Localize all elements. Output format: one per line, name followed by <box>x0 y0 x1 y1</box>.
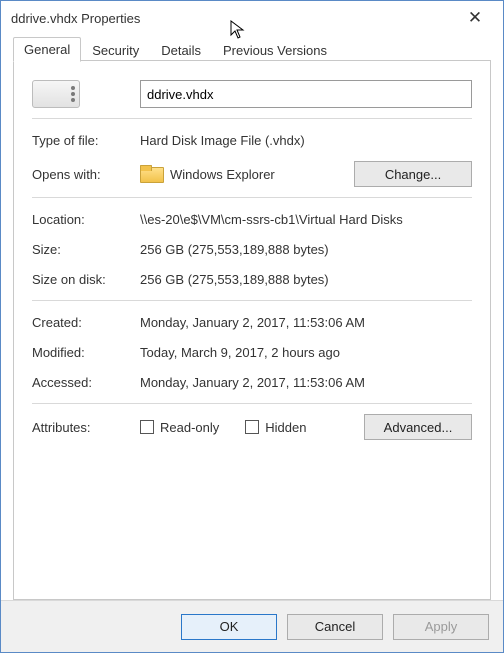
readonly-checkbox-label: Read-only <box>160 420 219 435</box>
accessed-label: Accessed: <box>32 375 140 390</box>
separator <box>32 197 472 198</box>
opens-with-label: Opens with: <box>32 167 140 182</box>
hidden-checkbox[interactable]: Hidden <box>245 420 306 435</box>
window-title: ddrive.vhdx Properties <box>11 11 140 26</box>
tab-security[interactable]: Security <box>81 38 150 62</box>
file-type-icon <box>32 80 80 108</box>
separator <box>32 403 472 404</box>
location-label: Location: <box>32 212 140 227</box>
hidden-checkbox-label: Hidden <box>265 420 306 435</box>
checkbox-box-icon <box>140 420 154 434</box>
tab-panel-general: Type of file: Hard Disk Image File (.vhd… <box>13 60 491 600</box>
tab-previous-versions[interactable]: Previous Versions <box>212 38 338 62</box>
tab-strip: General Security Details Previous Versio… <box>13 35 491 61</box>
size-on-disk-label: Size on disk: <box>32 272 140 287</box>
dialog-footer: OK Cancel Apply <box>1 600 503 652</box>
checkbox-box-icon <box>245 420 259 434</box>
modified-value: Today, March 9, 2017, 2 hours ago <box>140 345 472 360</box>
tab-details[interactable]: Details <box>150 38 212 62</box>
size-on-disk-value: 256 GB (275,553,189,888 bytes) <box>140 272 472 287</box>
created-label: Created: <box>32 315 140 330</box>
apply-button[interactable]: Apply <box>393 614 489 640</box>
advanced-button[interactable]: Advanced... <box>364 414 472 440</box>
size-label: Size: <box>32 242 140 257</box>
windows-explorer-icon <box>140 165 162 183</box>
filename-input[interactable] <box>140 80 472 108</box>
attributes-label: Attributes: <box>32 420 140 435</box>
tab-general[interactable]: General <box>13 37 81 62</box>
size-value: 256 GB (275,553,189,888 bytes) <box>140 242 472 257</box>
location-value: \\es-20\e$\VM\cm-ssrs-cb1\Virtual Hard D… <box>140 212 472 227</box>
readonly-checkbox[interactable]: Read-only <box>140 420 219 435</box>
close-button[interactable]: ✕ <box>455 8 495 28</box>
cancel-button[interactable]: Cancel <box>287 614 383 640</box>
separator <box>32 118 472 119</box>
opens-with-value: Windows Explorer <box>170 167 275 182</box>
properties-window: ddrive.vhdx Properties ✕ General Securit… <box>0 0 504 653</box>
titlebar: ddrive.vhdx Properties ✕ <box>1 1 503 35</box>
type-of-file-label: Type of file: <box>32 133 140 148</box>
change-button[interactable]: Change... <box>354 161 472 187</box>
accessed-value: Monday, January 2, 2017, 11:53:06 AM <box>140 375 472 390</box>
ok-button[interactable]: OK <box>181 614 277 640</box>
modified-label: Modified: <box>32 345 140 360</box>
created-value: Monday, January 2, 2017, 11:53:06 AM <box>140 315 472 330</box>
separator <box>32 300 472 301</box>
type-of-file-value: Hard Disk Image File (.vhdx) <box>140 133 472 148</box>
